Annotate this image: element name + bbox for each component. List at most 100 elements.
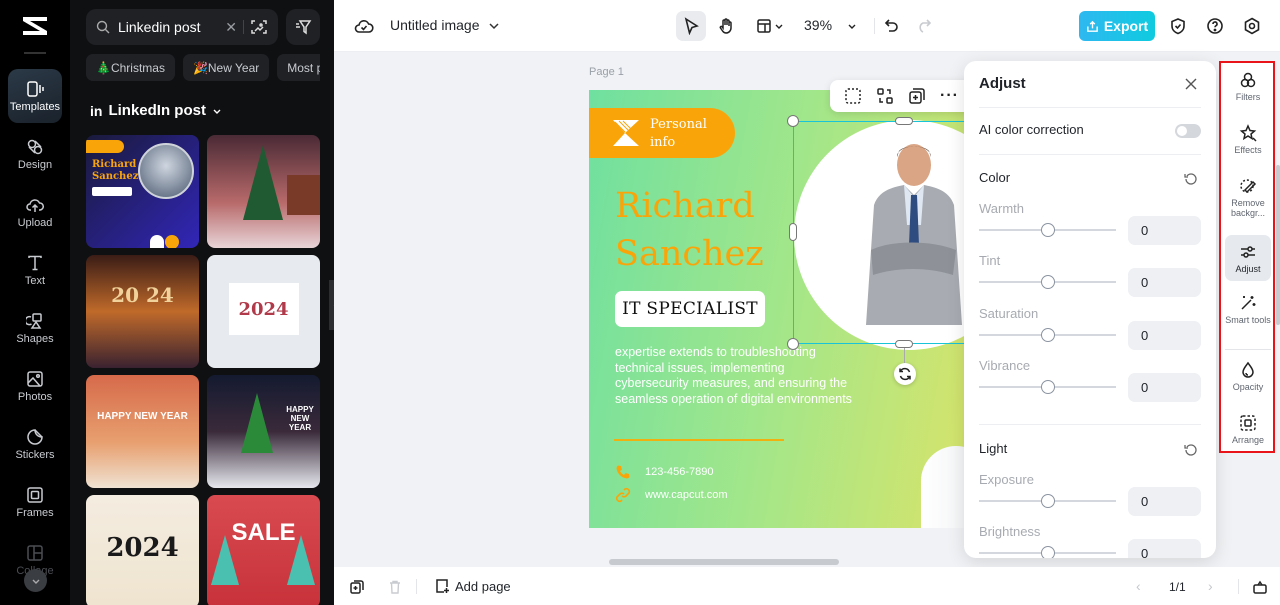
template-thumbnail[interactable]: Richard Sanchez xyxy=(86,135,199,248)
website-contact[interactable]: www.capcut.com xyxy=(615,487,728,503)
section-title[interactable]: in LinkedIn post xyxy=(90,102,222,119)
slider-knob[interactable] xyxy=(1041,328,1055,342)
resize-handle-left[interactable] xyxy=(789,223,797,241)
personal-info-badge[interactable]: Personal info xyxy=(589,108,735,158)
hand-tool-button[interactable] xyxy=(714,11,738,41)
slider-value-input[interactable]: 0 xyxy=(1128,216,1201,245)
resize-handle-bottom[interactable] xyxy=(895,340,913,348)
close-icon[interactable] xyxy=(1183,76,1199,92)
reset-icon[interactable] xyxy=(1184,443,1198,457)
slider-value-input[interactable]: 0 xyxy=(1128,487,1201,516)
name-heading[interactable]: Richard Sanchez xyxy=(615,182,764,278)
template-search-input[interactable]: Linkedin post ✕ xyxy=(86,9,278,45)
slider-knob[interactable] xyxy=(1041,494,1055,508)
image-search-icon[interactable] xyxy=(250,18,268,36)
cloud-saved-icon[interactable] xyxy=(354,16,374,36)
template-thumbnail[interactable]: SALE xyxy=(207,495,320,605)
nav-item-shapes[interactable]: Shapes xyxy=(8,301,62,355)
tool-adjust[interactable]: Adjust xyxy=(1225,235,1271,281)
resize-handle-top[interactable] xyxy=(895,117,913,125)
page-manager-icon[interactable] xyxy=(1252,579,1268,595)
filter-button[interactable] xyxy=(286,9,320,45)
horizontal-scrollbar[interactable] xyxy=(609,559,839,565)
export-button[interactable]: Export xyxy=(1079,11,1155,41)
zoom-level[interactable]: 39% xyxy=(804,17,832,33)
duplicate-page-icon[interactable] xyxy=(349,579,365,595)
redo-button[interactable] xyxy=(914,11,934,41)
nav-divider xyxy=(24,52,46,54)
nav-item-templates[interactable]: Templates xyxy=(8,69,62,123)
saturation-slider[interactable]: Saturation 0 xyxy=(979,306,1201,358)
project-title[interactable]: Untitled image xyxy=(390,17,480,33)
brightness-slider[interactable]: Brightness 0 xyxy=(979,524,1201,558)
tool-opacity[interactable]: Opacity xyxy=(1225,361,1271,392)
tool-effects[interactable]: Effects xyxy=(1225,124,1271,155)
resize-handle-bottom-left[interactable] xyxy=(787,338,799,350)
resize-handle-top-left[interactable] xyxy=(787,115,799,127)
undo-button[interactable] xyxy=(882,11,902,41)
slider-knob[interactable] xyxy=(1041,223,1055,237)
slider-value-input[interactable]: 0 xyxy=(1128,373,1201,402)
vertical-scrollbar[interactable] xyxy=(1276,165,1280,325)
duplicate-icon[interactable] xyxy=(908,87,926,105)
template-thumbnail[interactable]: 2024 xyxy=(207,255,320,368)
slider-knob[interactable] xyxy=(1041,546,1055,558)
chevron-down-icon[interactable] xyxy=(488,16,500,36)
chip-most-popular[interactable]: Most popular xyxy=(277,54,320,81)
template-thumbnail[interactable]: 2024 xyxy=(86,495,199,605)
nav-item-photos[interactable]: Photos xyxy=(8,359,62,413)
chip-new-year[interactable]: 🎉New Year xyxy=(182,54,270,81)
tool-smart-tools[interactable]: Smart tools xyxy=(1225,294,1271,325)
more-options-icon[interactable]: ··· xyxy=(940,87,959,105)
frames-icon xyxy=(27,486,43,503)
help-icon[interactable] xyxy=(1206,17,1224,35)
settings-icon[interactable] xyxy=(1243,17,1261,35)
template-thumbnail[interactable] xyxy=(207,135,320,248)
nav-item-text[interactable]: Text xyxy=(8,243,62,297)
nav-more-button[interactable] xyxy=(24,569,47,592)
nav-item-design[interactable]: Design xyxy=(8,127,62,181)
warmth-slider[interactable]: Warmth 0 xyxy=(979,201,1201,253)
search-value[interactable]: Linkedin post xyxy=(118,19,225,35)
tool-remove-background[interactable]: Remove backgr... xyxy=(1225,177,1271,218)
select-tool-button[interactable] xyxy=(676,11,706,41)
nav-label: Text xyxy=(24,274,46,287)
slider-value-input[interactable]: 0 xyxy=(1128,539,1201,558)
description-text[interactable]: expertise extends to troubleshooting tec… xyxy=(615,345,855,407)
layout-button[interactable] xyxy=(752,11,788,41)
delete-page-icon[interactable] xyxy=(387,579,403,595)
photos-icon xyxy=(27,370,43,387)
reset-icon[interactable] xyxy=(1184,172,1198,186)
add-page-button[interactable]: Add page xyxy=(434,578,511,594)
slider-value-input[interactable]: 0 xyxy=(1128,321,1201,350)
chip-christmas[interactable]: 🎄Christmas xyxy=(86,54,175,81)
rotate-handle[interactable] xyxy=(894,363,916,385)
vibrance-slider[interactable]: Vibrance 0 xyxy=(979,358,1201,410)
slider-value-input[interactable]: 0 xyxy=(1128,268,1201,297)
clear-search-icon[interactable]: ✕ xyxy=(225,19,237,36)
capcut-logo-icon[interactable] xyxy=(20,14,50,38)
previous-page-button[interactable]: ‹ xyxy=(1136,578,1141,594)
phone-contact[interactable]: 123-456-7890 xyxy=(615,464,714,480)
replace-icon[interactable] xyxy=(876,87,894,105)
crop-image-icon[interactable] xyxy=(844,87,862,105)
next-page-button[interactable]: › xyxy=(1208,578,1213,594)
template-thumbnail[interactable]: 20 24 xyxy=(86,255,199,368)
shield-icon[interactable] xyxy=(1169,17,1187,35)
slider-knob[interactable] xyxy=(1041,380,1055,394)
chevron-down-icon xyxy=(848,24,856,29)
ai-color-correction-label: AI color correction xyxy=(979,122,1084,137)
template-thumbnail[interactable]: HAPPY NEW YEAR xyxy=(207,375,320,488)
nav-item-frames[interactable]: Frames xyxy=(8,475,62,529)
tool-arrange[interactable]: Arrange xyxy=(1225,414,1271,445)
template-thumbnail[interactable]: HAPPY NEW YEAR xyxy=(86,375,199,488)
ai-color-correction-toggle[interactable] xyxy=(1175,124,1201,138)
tool-filters[interactable]: Filters xyxy=(1225,71,1271,102)
tint-slider[interactable]: Tint 0 xyxy=(979,253,1201,305)
exposure-slider[interactable]: Exposure 0 xyxy=(979,472,1201,524)
job-title[interactable]: IT SPECIALIST xyxy=(615,291,765,327)
zoom-dropdown[interactable] xyxy=(844,11,860,41)
slider-knob[interactable] xyxy=(1041,275,1055,289)
nav-item-stickers[interactable]: Stickers xyxy=(8,417,62,471)
nav-item-upload[interactable]: Upload xyxy=(8,185,62,239)
